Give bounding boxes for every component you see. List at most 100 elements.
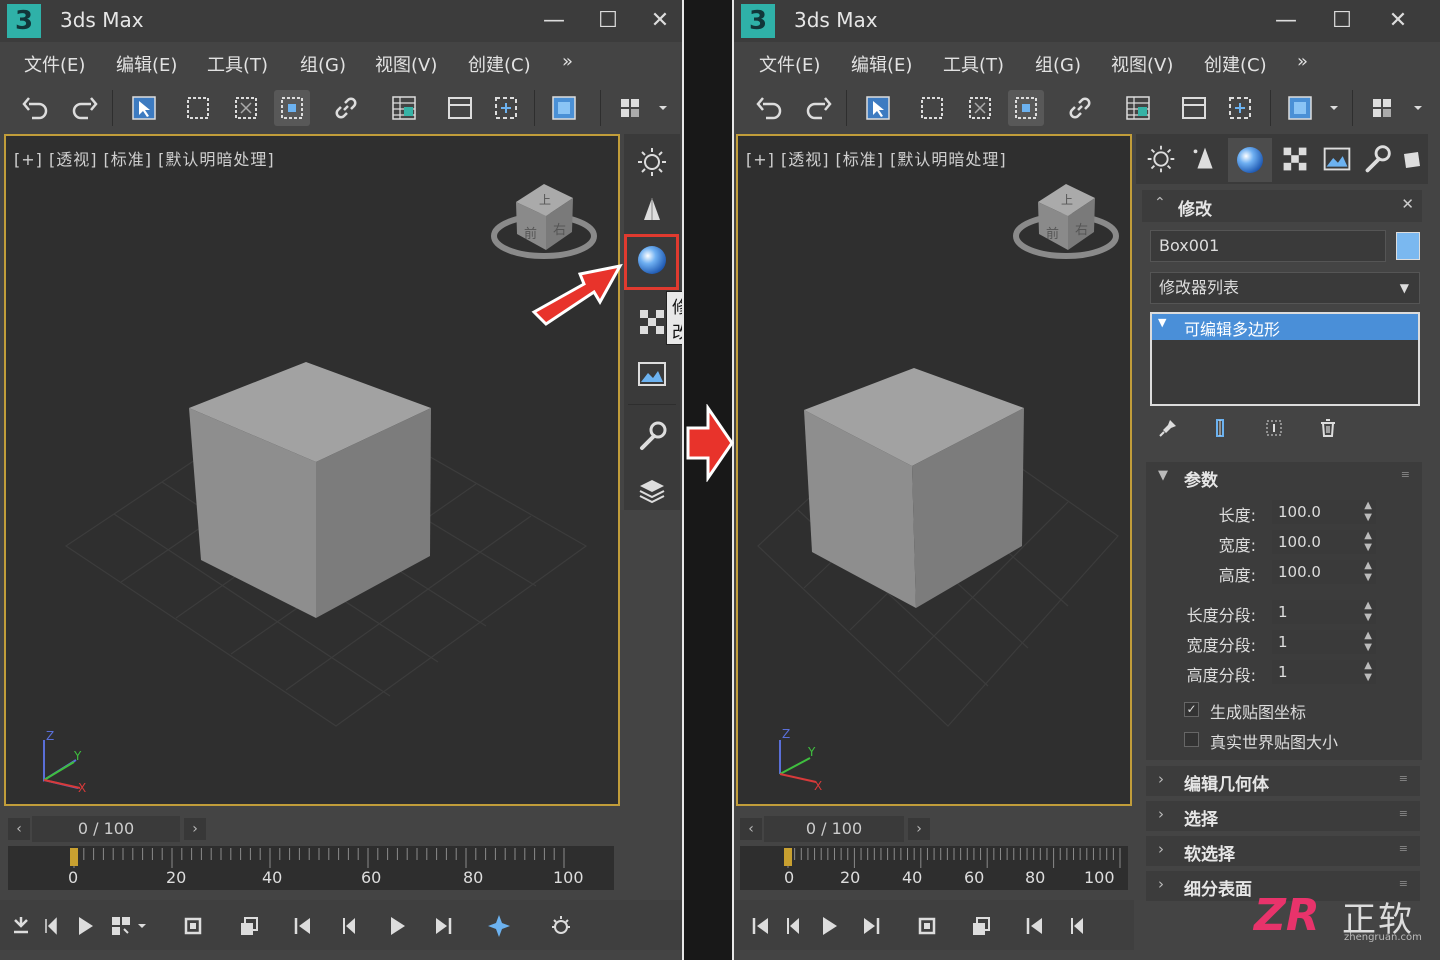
height-spinner[interactable]: 100.0 ▲ ▼: [1272, 560, 1376, 584]
expand-arrow-icon[interactable]: ▼: [1158, 316, 1166, 329]
link-icon[interactable]: [328, 90, 364, 126]
viewcube[interactable]: 上 前 右: [1013, 184, 1119, 259]
menu-group[interactable]: 组(G): [1035, 51, 1081, 77]
create-icon[interactable]: [1142, 140, 1180, 178]
maximize-button[interactable]: ☐: [1322, 6, 1362, 36]
length-segs-spinner[interactable]: 1 ▲ ▼: [1272, 600, 1376, 624]
maximize-button[interactable]: ☐: [588, 6, 628, 36]
select-object-icon[interactable]: [860, 90, 896, 126]
time-frame-display[interactable]: 0 / 100: [32, 816, 180, 842]
object-color-swatch[interactable]: [1396, 232, 1420, 260]
viewcube[interactable]: 上 前 右: [491, 184, 597, 259]
spinner-arrows-icon[interactable]: ▲ ▼: [1364, 660, 1372, 684]
more-tabs-icon[interactable]: [1398, 140, 1426, 178]
goto-start-icon[interactable]: [290, 913, 316, 939]
set-key-icon[interactable]: [8, 913, 34, 939]
scene-explorer-icon[interactable]: [386, 90, 422, 126]
modifier-list-dropdown[interactable]: 修改器列表 ▼: [1150, 272, 1420, 304]
step-back-icon[interactable]: [1066, 913, 1092, 939]
modify-icon[interactable]: [1228, 138, 1272, 182]
goto-start-icon[interactable]: [1022, 913, 1048, 939]
time-next-button[interactable]: ›: [908, 818, 930, 840]
goto-end-icon[interactable]: [858, 913, 884, 939]
track-bar[interactable]: 0 20 40 60 80 100: [740, 846, 1128, 890]
time-config-icon[interactable]: [548, 913, 574, 939]
collapse-arrow-icon[interactable]: ▼: [1158, 468, 1168, 483]
object-name-field[interactable]: Box001: [1150, 230, 1386, 262]
menu-tools[interactable]: 工具(T): [207, 51, 268, 77]
spinner-arrows-icon[interactable]: ▲ ▼: [1364, 560, 1372, 584]
create-icon[interactable]: [632, 142, 672, 182]
scene-explorer-icon[interactable]: [1120, 90, 1156, 126]
time-frame-display[interactable]: 0 / 100: [764, 816, 904, 842]
rollout-selection[interactable]: › 选择 ≡: [1146, 801, 1420, 831]
select-move-icon[interactable]: [1008, 90, 1044, 126]
step-back-icon[interactable]: [338, 913, 364, 939]
workspace-icon[interactable]: [1364, 90, 1400, 126]
perspective-viewport[interactable]: 上 前 右 Z Y X [+] [透视] [标准] [默认明暗处理]: [736, 134, 1132, 806]
panel-close-button[interactable]: ✕: [1401, 195, 1414, 213]
key-mode-icon[interactable]: [180, 913, 206, 939]
layer-manager-icon[interactable]: [1176, 90, 1212, 126]
key-star-icon[interactable]: [486, 913, 512, 939]
rect-select-icon[interactable]: [180, 90, 216, 126]
height-segs-spinner[interactable]: 1 ▲ ▼: [1272, 660, 1376, 684]
width-spinner[interactable]: 100.0 ▲ ▼: [1272, 530, 1376, 554]
length-spinner[interactable]: 100.0 ▲ ▼: [1272, 500, 1376, 524]
time-prev-button[interactable]: ‹: [740, 818, 762, 840]
track-bar[interactable]: 0 20 40 60 80 100: [8, 846, 614, 890]
goto-start-icon[interactable]: [748, 913, 774, 939]
motion-icon[interactable]: [1276, 140, 1314, 178]
real-world-map-checkbox[interactable]: [1184, 732, 1199, 747]
time-prev-button[interactable]: ‹: [8, 818, 30, 840]
menu-create[interactable]: 创建(C): [468, 51, 531, 77]
utilities-icon[interactable]: [1358, 140, 1396, 178]
dropdown-arrow-icon[interactable]: [1406, 90, 1428, 126]
menu-file[interactable]: 文件(E): [24, 51, 85, 77]
viewport-label[interactable]: [+] [透视] [标准] [默认明暗处理]: [746, 146, 1007, 170]
spinner-arrows-icon[interactable]: ▲ ▼: [1364, 600, 1372, 624]
menu-create[interactable]: 创建(C): [1204, 51, 1267, 77]
menu-group[interactable]: 组(G): [300, 51, 346, 77]
play-icon[interactable]: [72, 913, 98, 939]
key-mode-icon[interactable]: [914, 913, 940, 939]
dropdown-arrow-icon[interactable]: [134, 913, 150, 939]
spinner-arrows-icon[interactable]: ▲ ▼: [1364, 500, 1372, 524]
menu-views[interactable]: 视图(V): [1111, 51, 1173, 77]
modifier-stack[interactable]: ▼ 可编辑多边形: [1150, 312, 1420, 406]
minimize-button[interactable]: —: [1266, 6, 1306, 36]
menu-file[interactable]: 文件(E): [759, 51, 820, 77]
dropdown-arrow-icon[interactable]: [1322, 90, 1344, 126]
gen-mapping-checkbox[interactable]: ✓: [1184, 702, 1199, 717]
undo-icon[interactable]: [752, 90, 788, 126]
layer-manager-icon[interactable]: [442, 90, 478, 126]
width-segs-spinner[interactable]: 1 ▲ ▼: [1272, 630, 1376, 654]
time-next-button[interactable]: ›: [184, 818, 206, 840]
menu-edit[interactable]: 编辑(E): [116, 51, 177, 77]
render-frame-icon[interactable]: [546, 90, 582, 126]
hierarchy-icon[interactable]: [1186, 140, 1224, 178]
link-icon[interactable]: [1062, 90, 1098, 126]
hierarchy-icon[interactable]: [632, 190, 672, 230]
step-back-icon[interactable]: [782, 913, 808, 939]
goto-end-icon[interactable]: [430, 913, 456, 939]
modify-header[interactable]: ⌃ 修改 ✕: [1142, 190, 1422, 222]
undo-icon[interactable]: [18, 90, 54, 126]
menu-tools[interactable]: 工具(T): [943, 51, 1004, 77]
drag-handle-icon[interactable]: ≡: [1401, 468, 1410, 481]
utilities-icon[interactable]: [632, 416, 672, 456]
rollout-soft-selection[interactable]: › 软选择 ≡: [1146, 836, 1420, 866]
window-crossing-icon[interactable]: [228, 90, 264, 126]
region-select-icon[interactable]: [1222, 90, 1258, 126]
workspace-icon[interactable]: [612, 90, 648, 126]
time-slider[interactable]: ‹ 0 / 100 ›: [734, 812, 1134, 844]
redo-icon[interactable]: [800, 90, 836, 126]
delete-modifier-icon[interactable]: [1316, 416, 1340, 440]
layers-icon[interactable]: [632, 470, 672, 510]
display-icon[interactable]: [632, 354, 672, 394]
redo-icon[interactable]: [66, 90, 102, 126]
spinner-arrows-icon[interactable]: ▲ ▼: [1364, 630, 1372, 654]
show-end-result-icon[interactable]: [1208, 416, 1232, 440]
close-button[interactable]: ✕: [640, 6, 680, 36]
snapshot-icon[interactable]: [236, 913, 262, 939]
